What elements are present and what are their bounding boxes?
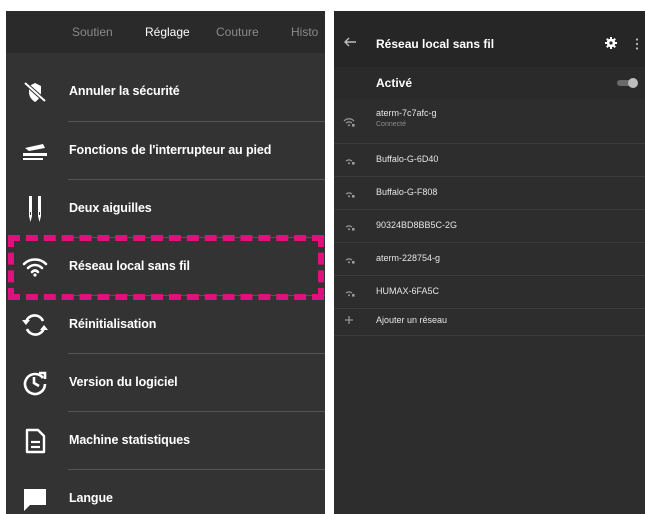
network-item[interactable]: HUMAX-6FA5C bbox=[334, 276, 645, 308]
network-name: Buffalo-G-F808 bbox=[376, 187, 438, 197]
network-name: Buffalo-G-6D40 bbox=[376, 154, 439, 164]
tab-histo[interactable]: Histo bbox=[291, 25, 318, 39]
menu-item-label: Réseau local sans fil bbox=[69, 259, 190, 273]
page-title: Réseau local sans fil bbox=[376, 37, 495, 51]
network-item[interactable]: Buffalo-G-6D40 bbox=[334, 144, 645, 176]
network-name: aterm-228754-g bbox=[376, 253, 441, 263]
wifi-signal-icon bbox=[345, 192, 355, 198]
menu-item-foot-switch[interactable]: Fonctions de l'interrupteur au pied bbox=[6, 122, 325, 180]
menu-item-label: Langue bbox=[69, 491, 113, 505]
app-bar: Réseau local sans fil bbox=[334, 11, 645, 67]
menu-item-label: Fonctions de l'interrupteur au pied bbox=[69, 143, 272, 157]
network-item[interactable]: aterm-228754-g bbox=[334, 243, 645, 275]
security-off-icon bbox=[20, 77, 50, 107]
tab-reglage[interactable]: Réglage bbox=[145, 25, 190, 39]
menu-item-software-version[interactable]: Version du logiciel bbox=[6, 354, 325, 412]
divider bbox=[334, 335, 645, 336]
menu-item-label: Machine statistiques bbox=[69, 433, 190, 447]
menu-item-label: Version du logiciel bbox=[69, 375, 178, 389]
menu-item-machine-statistics[interactable]: Machine statistiques bbox=[6, 412, 325, 470]
wireless-lan-panel: Réseau local sans fil Activé aterm-7c7af… bbox=[334, 11, 645, 514]
add-network-button[interactable]: Ajouter un réseau bbox=[334, 309, 645, 341]
network-item[interactable]: aterm-7c7afc-g Connecté bbox=[334, 101, 645, 143]
network-item[interactable]: 90324BD8BB5C-2G bbox=[334, 210, 645, 242]
chat-bubble-icon bbox=[20, 484, 50, 514]
network-name: aterm-7c7afc-g bbox=[376, 108, 437, 118]
menu-item-label: Deux aiguilles bbox=[69, 201, 152, 215]
wifi-signal-icon bbox=[345, 159, 355, 165]
wifi-icon bbox=[20, 252, 50, 282]
tab-soutien[interactable]: Soutien bbox=[72, 25, 113, 39]
tab-bar: Soutien Réglage Couture Histo bbox=[6, 11, 325, 53]
tab-couture[interactable]: Couture bbox=[216, 25, 259, 39]
menu-item-label: Réinitialisation bbox=[69, 317, 157, 331]
add-network-label: Ajouter un réseau bbox=[376, 315, 448, 325]
reset-icon bbox=[20, 310, 50, 340]
wifi-toggle[interactable] bbox=[617, 78, 639, 88]
back-arrow-icon[interactable] bbox=[343, 35, 357, 49]
settings-panel: Soutien Réglage Couture Histo Annuler la… bbox=[6, 11, 325, 514]
foot-switch-icon bbox=[20, 136, 50, 166]
twin-needle-icon bbox=[20, 194, 50, 224]
network-status: Connecté bbox=[376, 121, 406, 128]
menu-item-reset[interactable]: Réinitialisation bbox=[6, 296, 325, 354]
wifi-signal-icon bbox=[343, 118, 355, 127]
plus-icon bbox=[345, 316, 353, 324]
wifi-signal-icon bbox=[345, 258, 355, 264]
network-name: 90324BD8BB5C-2G bbox=[376, 220, 458, 230]
enabled-label: Activé bbox=[376, 76, 413, 90]
menu-item-twin-needle[interactable]: Deux aiguilles bbox=[6, 180, 325, 238]
more-options-icon[interactable] bbox=[635, 38, 639, 50]
gear-icon[interactable] bbox=[605, 37, 617, 49]
network-name: HUMAX-6FA5C bbox=[376, 286, 440, 296]
network-item[interactable]: Buffalo-G-F808 bbox=[334, 177, 645, 209]
menu-item-label: Annuler la sécurité bbox=[69, 84, 180, 98]
wifi-signal-icon bbox=[345, 291, 355, 297]
menu-item-cancel-security[interactable]: Annuler la sécurité bbox=[6, 63, 325, 121]
menu-item-wireless-lan[interactable]: Réseau local sans fil bbox=[6, 238, 325, 296]
wifi-enabled-row[interactable]: Activé bbox=[334, 67, 645, 99]
document-icon bbox=[20, 426, 50, 456]
software-version-icon bbox=[20, 368, 50, 398]
menu-item-language[interactable]: Langue bbox=[6, 470, 325, 514]
wifi-signal-icon bbox=[345, 225, 355, 231]
